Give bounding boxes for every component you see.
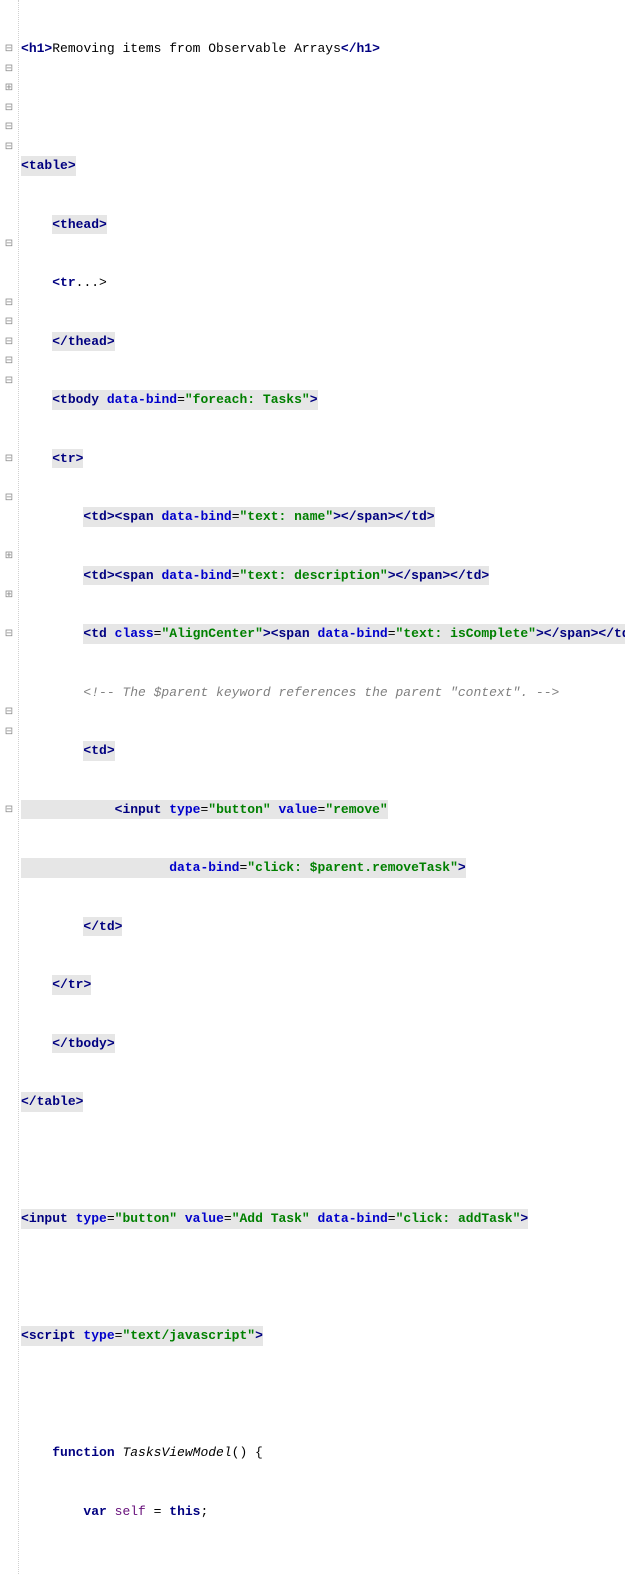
fold-marker[interactable] (0, 780, 18, 800)
code-line[interactable]: <table> (21, 156, 625, 176)
fold-marker[interactable] (0, 683, 18, 703)
code-line[interactable]: </thead> (21, 332, 625, 352)
fold-marker[interactable] (0, 254, 18, 274)
fold-marker[interactable]: ⊟ (0, 293, 18, 313)
code-line[interactable]: </tbody> (21, 1034, 625, 1054)
fold-marker[interactable]: ⊟ (0, 449, 18, 469)
fold-marker[interactable]: ⊟ (0, 312, 18, 332)
code-line[interactable]: data-bind="click: $parent.removeTask"> (21, 858, 625, 878)
code-line[interactable] (21, 1560, 625, 1574)
fold-marker[interactable] (0, 605, 18, 625)
fold-marker[interactable] (0, 761, 18, 781)
fold-marker[interactable]: ⊟ (0, 800, 18, 820)
code-line[interactable]: <td> (21, 741, 625, 761)
fold-marker[interactable] (0, 566, 18, 586)
code-line[interactable]: <script type="text/javascript"> (21, 1326, 625, 1346)
fold-marker[interactable]: ⊟ (0, 332, 18, 352)
fold-marker[interactable] (0, 507, 18, 527)
code-line[interactable]: <tr> (21, 449, 625, 469)
fold-marker[interactable]: ⊟ (0, 488, 18, 508)
fold-marker[interactable] (0, 195, 18, 215)
fold-marker[interactable]: ⊞ (0, 546, 18, 566)
code-line[interactable]: <tbody data-bind="foreach: Tasks"> (21, 390, 625, 410)
fold-marker[interactable]: ⊟ (0, 59, 18, 79)
code-line[interactable]: </td> (21, 917, 625, 937)
fold-marker[interactable]: ⊟ (0, 98, 18, 118)
fold-marker[interactable]: ⊞ (0, 78, 18, 98)
fold-marker[interactable] (0, 429, 18, 449)
fold-marker[interactable]: ⊟ (0, 117, 18, 137)
fold-marker[interactable] (0, 410, 18, 430)
code-line[interactable] (21, 98, 625, 118)
fold-marker[interactable] (0, 176, 18, 196)
fold-marker[interactable]: ⊟ (0, 137, 18, 157)
code-line[interactable]: <td><span data-bind="text: name"></span>… (21, 507, 625, 527)
code-line[interactable]: <input type="button" value="Add Task" da… (21, 1209, 625, 1229)
code-line[interactable]: <td><span data-bind="text: description">… (21, 566, 625, 586)
fold-marker[interactable] (0, 663, 18, 683)
code-line[interactable]: <tr...> (21, 273, 625, 293)
fold-marker[interactable] (0, 468, 18, 488)
fold-marker[interactable] (0, 390, 18, 410)
code-line[interactable]: <h1>Removing items from Observable Array… (21, 39, 625, 59)
fold-marker[interactable] (0, 273, 18, 293)
fold-marker[interactable]: ⊟ (0, 371, 18, 391)
fold-marker[interactable] (0, 644, 18, 664)
fold-marker[interactable] (0, 527, 18, 547)
code-line[interactable] (21, 1268, 625, 1288)
code-line[interactable]: </tr> (21, 975, 625, 995)
fold-marker[interactable] (0, 0, 18, 20)
code-line[interactable]: var self = this; (21, 1502, 625, 1522)
code-line[interactable]: function TasksViewModel() { (21, 1443, 625, 1463)
code-editor[interactable]: ⊟ ⊟ ⊞ ⊟ ⊟ ⊟ ⊟ ⊟ ⊟ ⊟ ⊟ ⊟ ⊟ ⊟ ⊞ ⊞ ⊟ ⊟ ⊟ (0, 0, 625, 1574)
fold-marker[interactable]: ⊟ (0, 624, 18, 644)
code-line[interactable]: <thead> (21, 215, 625, 235)
code-line[interactable]: </table> (21, 1092, 625, 1112)
fold-marker[interactable] (0, 741, 18, 761)
fold-marker[interactable]: ⊟ (0, 702, 18, 722)
code-line[interactable]: <td class="AlignCenter"><span data-bind=… (21, 624, 625, 644)
fold-marker[interactable] (0, 20, 18, 40)
fold-marker[interactable] (0, 215, 18, 235)
fold-marker[interactable]: ⊟ (0, 234, 18, 254)
fold-marker[interactable]: ⊟ (0, 351, 18, 371)
fold-marker[interactable]: ⊟ (0, 39, 18, 59)
fold-marker[interactable]: ⊟ (0, 722, 18, 742)
fold-marker[interactable]: ⊞ (0, 585, 18, 605)
code-line[interactable] (21, 1385, 625, 1405)
fold-gutter: ⊟ ⊟ ⊞ ⊟ ⊟ ⊟ ⊟ ⊟ ⊟ ⊟ ⊟ ⊟ ⊟ ⊟ ⊞ ⊞ ⊟ ⊟ ⊟ (0, 0, 19, 1574)
code-line[interactable] (21, 1151, 625, 1171)
code-line[interactable]: <input type="button" value="remove" (21, 800, 625, 820)
fold-marker[interactable] (0, 156, 18, 176)
code-line[interactable]: <!-- The $parent keyword references the … (21, 683, 625, 703)
code-area[interactable]: <h1>Removing items from Observable Array… (19, 0, 625, 1574)
